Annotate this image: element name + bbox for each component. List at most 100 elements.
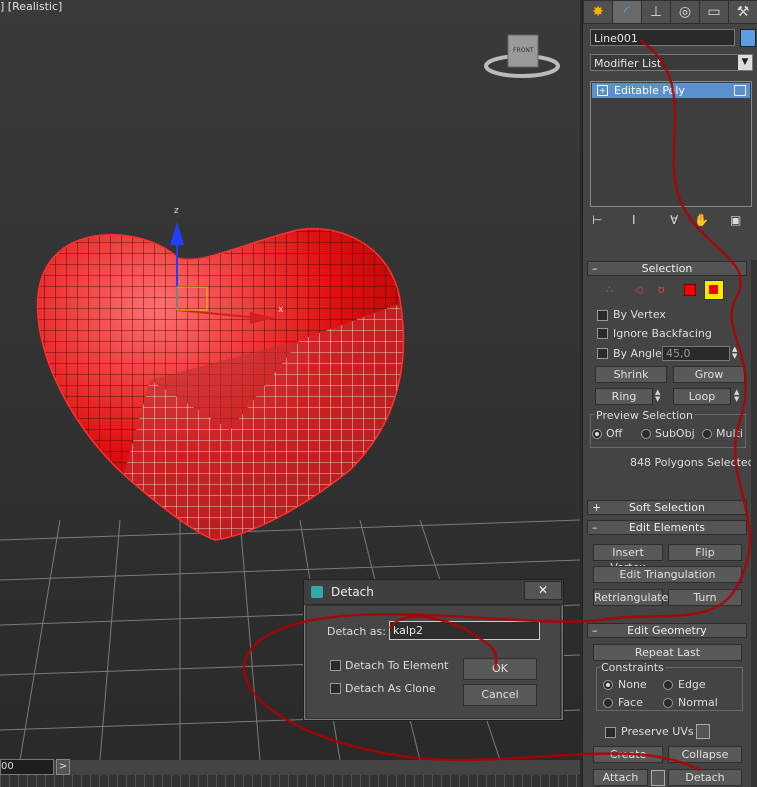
subobject-level-bar: ∴ ◁ ʊ [606,280,746,300]
display-icon: ▭ [707,4,721,20]
rollout-soft-selection-title: Soft Selection [629,501,705,514]
rollout-soft-selection[interactable]: + Soft Selection [587,500,747,515]
pin-stack-icon[interactable]: ⊢ [592,213,602,227]
axis-x-label: x [278,305,284,315]
utilities-icon: ⚒ [736,4,750,20]
selection-status-text: 848 Polygons Selected [630,456,755,469]
constraint-edge-radio[interactable] [663,680,673,690]
ignore-backfacing-checkbox[interactable] [597,328,608,339]
attach-list-icon[interactable] [651,770,665,786]
next-frame-button[interactable]: > [56,759,70,775]
ring-button[interactable]: Ring [595,388,653,405]
modifier-stack[interactable]: + Editable Poly [590,81,752,207]
loop-button[interactable]: Loop [673,388,731,405]
dialog-body: Detach as: kalp2 Detach To Element Detac… [306,605,561,719]
retriangulate-button[interactable]: Retriangulate [593,589,668,606]
motion-icon: ◎ [678,4,692,20]
preview-off-radio[interactable] [592,429,602,439]
polygon-icon[interactable] [684,284,696,296]
preview-multi-radio[interactable] [702,429,712,439]
viewcube-face-label: FRONT [513,47,534,54]
border-icon[interactable]: ʊ [658,283,665,296]
ok-button[interactable]: OK [463,658,537,680]
expand-plus-icon[interactable]: + [597,85,608,96]
by-angle-checkbox[interactable] [597,348,608,359]
hierarchy-tab[interactable]: ⊥ [641,0,671,24]
hierarchy-icon: ⊥ [649,4,663,20]
viewcube [484,34,560,78]
repeat-last-button[interactable]: Repeat Last [593,644,742,661]
edge-icon[interactable]: ◁ [634,283,642,296]
edit-triangulation-button[interactable]: Edit Triangulation [593,566,742,583]
loop-spinner-icon[interactable]: ▲ ▼ [734,389,739,403]
turn-button[interactable]: Turn [668,589,742,606]
ring-spinner-icon[interactable]: ▲ ▼ [655,389,660,403]
detach-button[interactable]: Detach [668,769,742,786]
preview-selection-label: Preview Selection [595,409,695,422]
rollout-selection[interactable]: – Selection [587,261,747,276]
modifier-list-dropdown[interactable]: Modifier List ▼ [590,54,753,71]
rollout-edit-elements-title: Edit Elements [628,521,706,534]
panel-scrollbar[interactable] [751,260,757,787]
modify-icon: ◜ [624,4,630,20]
detach-to-element-checkbox[interactable] [330,660,341,671]
shrink-button[interactable]: Shrink [595,366,667,383]
constraint-none-label: None [618,678,647,691]
frame-field[interactable]: 00 [0,759,54,775]
viewport-label[interactable]: ] [Realistic] [0,0,62,13]
detach-dialog: Detach ✕ Detach as: kalp2 Detach To Elem… [303,579,564,721]
detach-as-clone-checkbox[interactable] [330,683,341,694]
constraint-face-radio[interactable] [603,698,613,708]
preserve-uvs-settings-icon[interactable] [696,724,710,739]
vertex-icon[interactable]: ∴ [606,283,613,296]
constraint-normal-radio[interactable] [663,698,673,708]
insert-vertex-button[interactable]: Insert Vertex [593,544,663,574]
rollout-edit-geometry-title: Edit Geometry [627,624,707,637]
by-vertex-checkbox[interactable] [597,310,608,321]
preview-off-label: Off [606,427,623,440]
object-color-swatch[interactable] [740,29,756,47]
configure-sets-icon[interactable]: ▣ [730,213,741,227]
utilities-tab[interactable]: ⚒ [728,0,757,24]
motion-tab[interactable]: ◎ [670,0,700,24]
create-icon: ✸ [592,4,604,20]
rollout-edit-elements[interactable]: – Edit Elements [587,520,747,535]
detach-as-input[interactable]: kalp2 [389,621,540,640]
by-angle-label: By Angle: [613,347,666,360]
modify-tab[interactable]: ◜ [612,0,642,24]
collapse-minus-icon: – [592,624,598,637]
stack-toolbar: ⊢ Ⅰ ∀ ✋ ▣ [592,213,752,233]
attach-button[interactable]: Attach [593,769,648,786]
chevron-down-icon[interactable]: ▼ [738,55,752,70]
collapse-button[interactable]: Collapse [668,746,742,763]
object-name-input[interactable]: Line001 [590,29,735,46]
angle-spinner-input[interactable]: 45,0 [662,346,730,361]
stack-item-editable-poly[interactable]: + Editable Poly [592,83,750,98]
spinner-arrows-icon[interactable]: ▲ ▼ [732,346,737,360]
expand-plus-icon: + [592,501,602,514]
preview-subobj-label: SubObj [655,427,695,440]
grow-button[interactable]: Grow [673,366,745,383]
display-tab[interactable]: ▭ [699,0,729,24]
dialog-title: Detach [331,585,374,599]
element-icon[interactable] [704,280,724,300]
collapse-minus-icon: – [592,262,598,275]
cancel-button[interactable]: Cancel [463,684,537,706]
app-logo-icon [311,586,323,598]
constraints-label: Constraints [600,661,665,674]
create-tab[interactable]: ✸ [583,0,613,24]
create-button[interactable]: Create [593,746,663,763]
constraint-none-radio[interactable] [603,680,613,690]
remove-modifier-icon[interactable]: ✋ [694,213,709,227]
show-end-result-icon[interactable]: Ⅰ [632,213,636,227]
timeline-ruler[interactable] [0,775,580,787]
preview-subobj-radio[interactable] [641,429,651,439]
ignore-backfacing-label: Ignore Backfacing [613,327,712,340]
dialog-title-bar[interactable]: Detach ✕ [304,580,563,605]
object-box-icon [734,85,746,96]
preserve-uvs-checkbox[interactable] [605,727,616,738]
make-unique-icon[interactable]: ∀ [670,213,678,227]
flip-button[interactable]: Flip [668,544,742,561]
close-icon[interactable]: ✕ [524,581,562,600]
rollout-edit-geometry[interactable]: – Edit Geometry [587,623,747,638]
